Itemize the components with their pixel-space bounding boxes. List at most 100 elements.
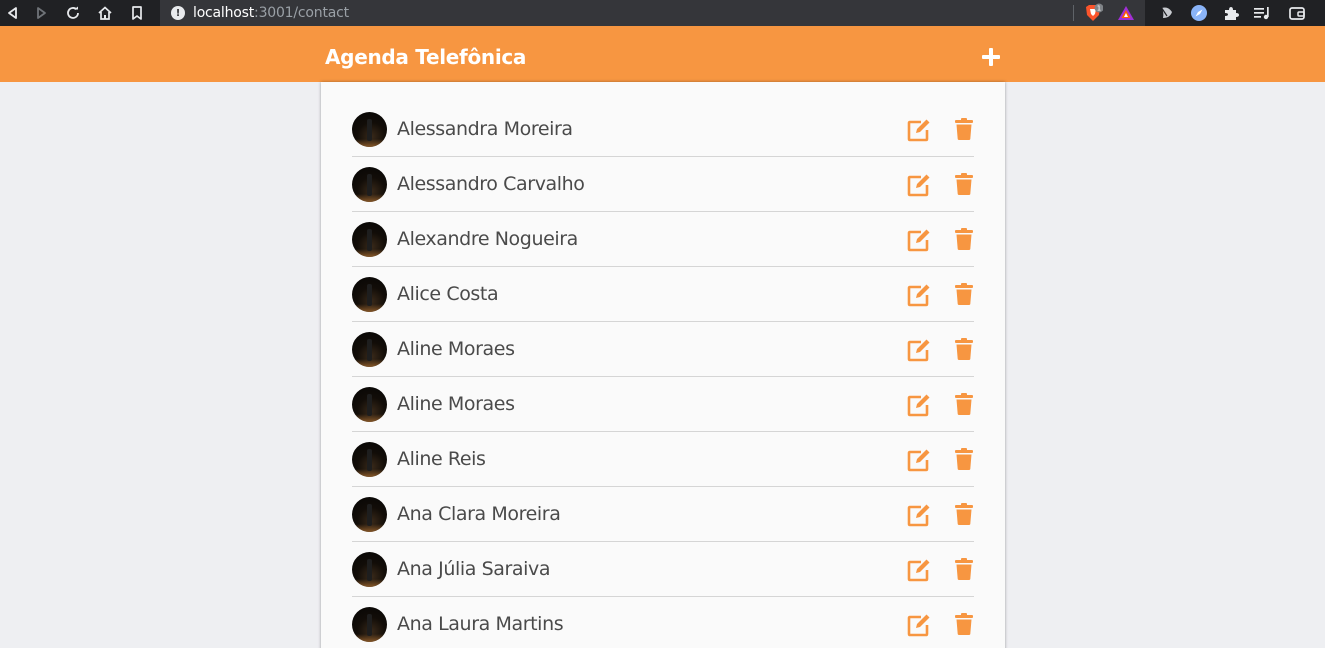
- wallet-icon: [1289, 7, 1305, 20]
- delete-contact-button[interactable]: [955, 447, 973, 471]
- edit-icon: [907, 229, 930, 252]
- edit-icon: [907, 394, 930, 417]
- edit-icon: [907, 339, 930, 362]
- app-title: Agenda Telefônica: [325, 45, 527, 69]
- delete-contact-button[interactable]: [955, 227, 973, 251]
- avatar: [352, 111, 387, 147]
- extensions-puzzle-icon: [1225, 7, 1239, 20]
- contact-row[interactable]: Aline Moraes: [352, 377, 974, 432]
- delete-contact-button[interactable]: [955, 612, 973, 636]
- urlbar-divider: [1073, 5, 1074, 21]
- edit-contact-button[interactable]: [907, 228, 931, 252]
- trash-icon: [955, 118, 973, 140]
- delete-contact-button[interactable]: [955, 172, 973, 196]
- url-text: localhost:3001/contact: [193, 5, 349, 21]
- forward-icon: [37, 7, 46, 19]
- delete-contact-button[interactable]: [955, 337, 973, 361]
- edit-contact-button[interactable]: [907, 118, 931, 142]
- delete-contact-button[interactable]: [955, 502, 973, 526]
- edit-icon: [907, 614, 930, 637]
- brave-shields-button[interactable]: 1: [1082, 0, 1104, 26]
- back-icon: [8, 7, 17, 19]
- brave-shields-icon: 1: [1086, 3, 1103, 21]
- brave-rewards-icon: [1118, 6, 1134, 20]
- edit-icon: [907, 284, 930, 307]
- home-button[interactable]: [92, 0, 118, 26]
- media-playlist-button[interactable]: [1251, 0, 1273, 26]
- address-bar[interactable]: ! localhost:3001/contact 1: [160, 0, 1145, 26]
- reload-button[interactable]: [60, 0, 86, 26]
- contact-name: Alessandra Moreira: [397, 118, 573, 140]
- header-spacer: [0, 26, 1325, 33]
- contact-row[interactable]: Ana Clara Moreira: [352, 487, 974, 542]
- contact-row[interactable]: Alessandro Carvalho: [352, 157, 974, 212]
- contact-name: Alessandro Carvalho: [397, 173, 585, 195]
- contact-name: Aline Reis: [397, 448, 486, 470]
- extension-leaf-button[interactable]: [1156, 0, 1178, 26]
- avatar: [352, 496, 387, 532]
- avatar: [352, 551, 387, 587]
- contact-list-panel: Alessandra Moreira Alessandro Carvalho A…: [321, 82, 1005, 648]
- shields-badge-count: 1: [1097, 5, 1101, 13]
- contact-list: Alessandra Moreira Alessandro Carvalho A…: [352, 102, 974, 648]
- contact-row[interactable]: Ana Júlia Saraiva: [352, 542, 974, 597]
- back-button[interactable]: [0, 0, 26, 26]
- forward-button[interactable]: [28, 0, 54, 26]
- trash-icon: [955, 448, 973, 470]
- contact-row[interactable]: Aline Reis: [352, 432, 974, 487]
- edit-contact-button[interactable]: [907, 393, 931, 417]
- edit-icon: [907, 449, 930, 472]
- bookmark-button[interactable]: [124, 0, 150, 26]
- wallet-button[interactable]: [1286, 0, 1308, 26]
- contact-name: Aline Moraes: [397, 338, 515, 360]
- avatar: [352, 606, 387, 642]
- edit-icon: [907, 504, 930, 527]
- contact-name: Aline Moraes: [397, 393, 515, 415]
- contact-row[interactable]: Alexandre Nogueira: [352, 212, 974, 267]
- edit-contact-button[interactable]: [907, 283, 931, 307]
- media-playlist-icon: [1254, 7, 1269, 20]
- edit-contact-button[interactable]: [907, 448, 931, 472]
- edit-contact-button[interactable]: [907, 613, 931, 637]
- edit-contact-button[interactable]: [907, 173, 931, 197]
- bookmark-icon: [132, 6, 142, 20]
- add-contact-button[interactable]: [979, 45, 1003, 69]
- trash-icon: [955, 558, 973, 580]
- trash-icon: [955, 283, 973, 305]
- extension-compass-button[interactable]: [1188, 0, 1210, 26]
- url-host: localhost: [193, 5, 255, 21]
- avatar: [352, 166, 387, 202]
- trash-icon: [955, 503, 973, 525]
- contact-row[interactable]: Aline Moraes: [352, 322, 974, 377]
- contact-name: Ana Clara Moreira: [397, 503, 561, 525]
- brave-rewards-button[interactable]: [1115, 0, 1137, 26]
- extensions-button[interactable]: [1220, 0, 1242, 26]
- contact-row[interactable]: Alice Costa: [352, 267, 974, 322]
- trash-icon: [955, 338, 973, 360]
- edit-contact-button[interactable]: [907, 503, 931, 527]
- edit-icon: [907, 119, 930, 142]
- edit-icon: [907, 174, 930, 197]
- contact-name: Alexandre Nogueira: [397, 228, 578, 250]
- trash-icon: [955, 613, 973, 635]
- avatar: [352, 331, 387, 367]
- delete-contact-button[interactable]: [955, 557, 973, 581]
- delete-contact-button[interactable]: [955, 392, 973, 416]
- extension-leaf-icon: [1160, 6, 1172, 18]
- reload-icon: [67, 6, 79, 19]
- browser-toolbar: ! localhost:3001/contact 1: [0, 0, 1325, 26]
- edit-contact-button[interactable]: [907, 558, 931, 582]
- delete-contact-button[interactable]: [955, 117, 973, 141]
- avatar: [352, 386, 387, 422]
- contact-row[interactable]: Ana Laura Martins: [352, 597, 974, 648]
- contact-name: Ana Laura Martins: [397, 613, 564, 635]
- url-path: :3001/contact: [254, 5, 349, 21]
- site-info-icon[interactable]: !: [171, 6, 185, 20]
- edit-contact-button[interactable]: [907, 338, 931, 362]
- edit-icon: [907, 559, 930, 582]
- contact-name: Alice Costa: [397, 283, 499, 305]
- contact-row[interactable]: Alessandra Moreira: [352, 102, 974, 157]
- delete-contact-button[interactable]: [955, 282, 973, 306]
- trash-icon: [955, 393, 973, 415]
- contact-name: Ana Júlia Saraiva: [397, 558, 551, 580]
